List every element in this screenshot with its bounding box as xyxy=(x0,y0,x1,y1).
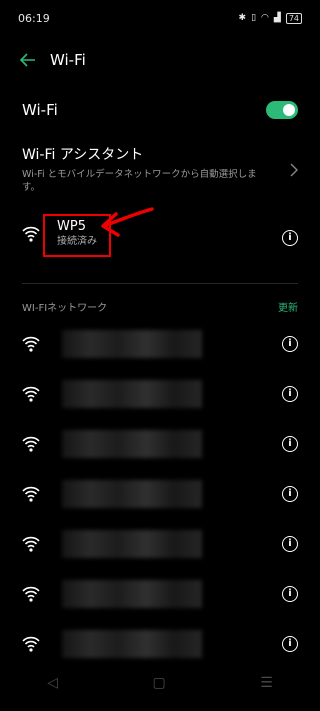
network-row[interactable]: i xyxy=(22,530,298,558)
wifi-signal-icon xyxy=(22,226,40,246)
wifi-signal-icon xyxy=(22,386,40,406)
network-row[interactable]: i xyxy=(22,330,298,358)
wifi-toggle-row[interactable]: Wi-Fi xyxy=(22,96,298,124)
recents-nav-icon[interactable]: ☰ xyxy=(260,675,273,699)
network-name xyxy=(62,380,202,408)
navigation-bar: ◁ ▢ ☰ xyxy=(0,675,320,699)
header: Wi-Fi xyxy=(0,42,320,78)
refresh-button[interactable]: 更新 xyxy=(278,299,298,314)
battery-icon: 74 xyxy=(285,12,302,24)
info-icon[interactable]: i xyxy=(282,436,298,452)
network-name xyxy=(62,430,202,458)
page-title: Wi-Fi xyxy=(50,51,86,69)
network-name xyxy=(62,630,202,658)
annotation-arrow-icon xyxy=(101,207,154,237)
info-icon[interactable]: i xyxy=(282,636,298,652)
assistant-subtitle: Wi-Fi とモバイルデータネットワークから自動選択します。 xyxy=(22,169,257,193)
back-nav-icon[interactable]: ◁ xyxy=(47,675,58,699)
wifi-assistant-row[interactable]: Wi-Fi アシスタント Wi-Fi とモバイルデータネットワークから自動選択し… xyxy=(22,144,298,194)
home-nav-icon[interactable]: ▢ xyxy=(152,675,165,699)
chevron-right-icon xyxy=(290,162,298,181)
connected-network-row[interactable]: WP5 接続済み i xyxy=(22,214,298,262)
wifi-signal-icon xyxy=(22,536,40,556)
signal-icon: ▟ xyxy=(273,13,281,23)
network-row[interactable]: i xyxy=(22,630,298,658)
network-name xyxy=(62,330,202,358)
wifi-signal-icon xyxy=(22,586,40,606)
network-name xyxy=(62,580,202,608)
info-icon[interactable]: i xyxy=(282,230,298,246)
wifi-toggle-label: Wi-Fi xyxy=(22,101,58,119)
status-icons: ✱ ▯ ◠ ▟ 74 xyxy=(238,12,302,24)
bluetooth-icon: ✱ xyxy=(238,13,247,23)
wifi-status-icon: ◠ xyxy=(261,13,269,23)
info-icon[interactable]: i xyxy=(282,486,298,502)
networks-section-title: WI-FIネットワーク xyxy=(22,303,108,314)
network-row[interactable]: i xyxy=(22,580,298,608)
wifi-signal-icon xyxy=(22,336,40,356)
assistant-title: Wi-Fi アシスタント xyxy=(22,147,144,163)
wifi-signal-icon xyxy=(22,636,40,656)
network-row[interactable]: i xyxy=(22,480,298,508)
network-row[interactable]: i xyxy=(22,430,298,458)
vibrate-icon: ▯ xyxy=(251,13,257,23)
status-time: 06:19 xyxy=(18,11,50,25)
status-bar: 06:19 ✱ ▯ ◠ ▟ 74 xyxy=(0,0,320,36)
wifi-signal-icon xyxy=(22,486,40,506)
back-arrow-icon[interactable] xyxy=(16,48,40,72)
info-icon[interactable]: i xyxy=(282,536,298,552)
info-icon[interactable]: i xyxy=(282,386,298,402)
wifi-toggle-switch[interactable] xyxy=(266,101,298,119)
info-icon[interactable]: i xyxy=(282,586,298,602)
info-icon[interactable]: i xyxy=(282,336,298,352)
networks-section-header: WI-FIネットワーク 更新 xyxy=(22,299,298,314)
divider xyxy=(22,283,298,284)
network-name xyxy=(62,530,202,558)
network-name xyxy=(62,480,202,508)
wifi-signal-icon xyxy=(22,436,40,456)
network-row[interactable]: i xyxy=(22,380,298,408)
